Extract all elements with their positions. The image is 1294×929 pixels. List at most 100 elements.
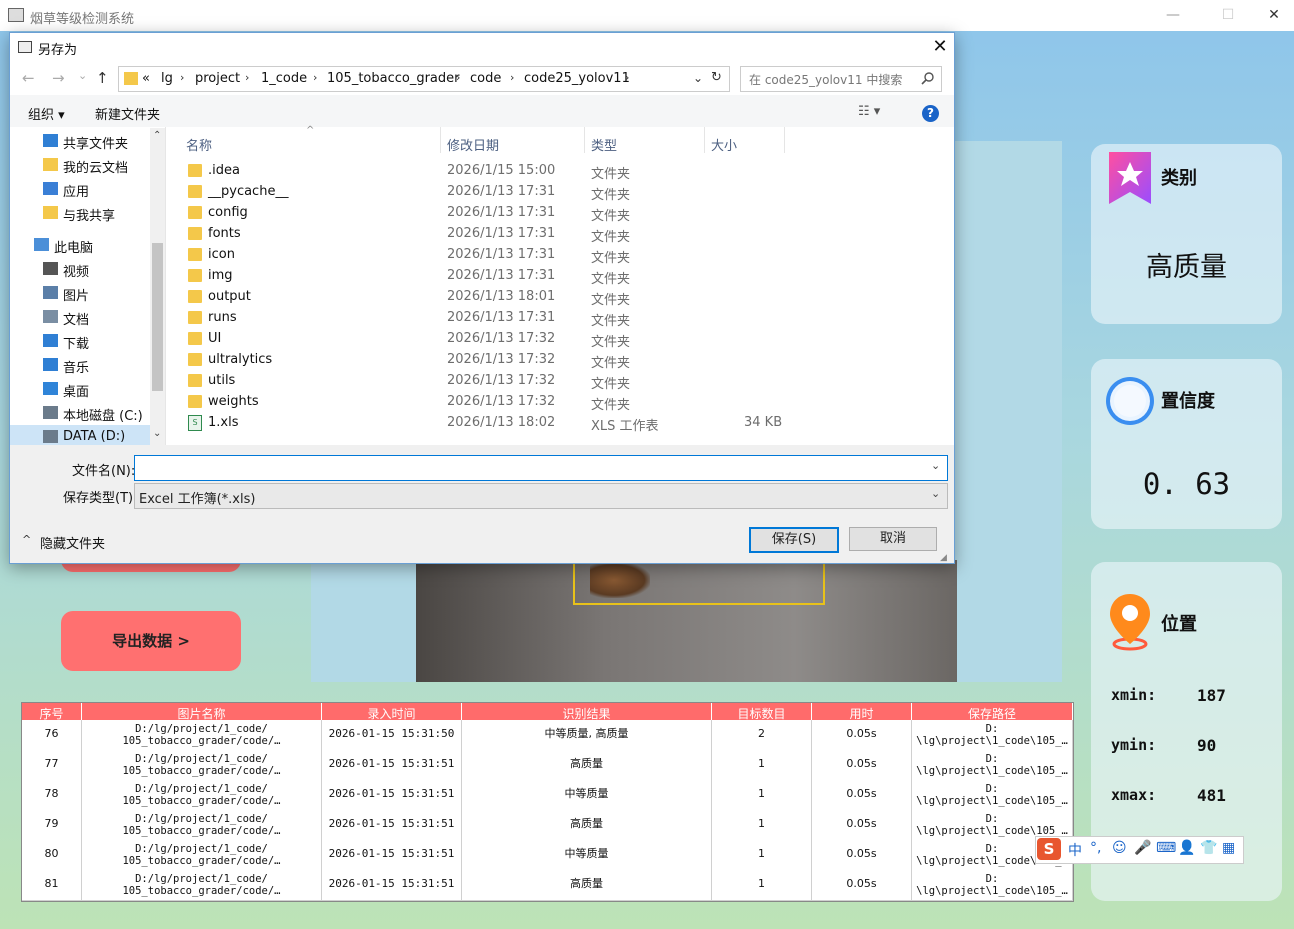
cell-time[interactable]: 2026-01-15 15:31:50	[322, 720, 462, 750]
results-table[interactable]: 序号 图片名称 录入时间 识别结果 目标数目 用时 保存路径 76 D:/lg/p…	[21, 702, 1074, 902]
file-row[interactable]: __pycache__ 2026/1/13 17:31 文件夹	[166, 182, 953, 203]
close-button[interactable]: ✕	[1259, 4, 1289, 26]
breadcrumb-code25[interactable]: code25_yolov11	[524, 71, 630, 86]
breadcrumb-1-code[interactable]: 1_code	[261, 71, 307, 86]
cell-cost[interactable]: 0.05s	[812, 750, 912, 780]
table-row[interactable]: 78 D:/lg/project/1_code/105_tobacco_grade…	[22, 780, 1073, 811]
file-row[interactable]: icon 2026/1/13 17:31 文件夹	[166, 245, 953, 266]
file-row[interactable]: weights 2026/1/13 17:32 文件夹	[166, 392, 953, 413]
resize-grip-icon[interactable]: ◢	[940, 553, 947, 563]
up-button[interactable]: ↑	[96, 69, 109, 87]
cell-path[interactable]: D: \lg\project\1_code\105_…	[912, 780, 1073, 810]
recent-dropdown-button[interactable]: ⌄	[78, 69, 87, 82]
cell-path[interactable]: D: \lg\project\1_code\105_…	[912, 870, 1073, 900]
file-row[interactable]: fonts 2026/1/13 17:31 文件夹	[166, 224, 953, 245]
cell-id[interactable]: 80	[22, 840, 82, 870]
nav-scroll-thumb[interactable]	[152, 243, 163, 391]
breadcrumb-lg[interactable]: lg	[161, 71, 173, 86]
chevron-down-icon[interactable]: ⌄	[931, 459, 940, 472]
filename-input[interactable]: ⌄	[134, 455, 948, 481]
breadcrumb-tobacco-grader[interactable]: 105_tobacco_grader	[327, 71, 460, 86]
dialog-close-button[interactable]: ✕	[928, 35, 952, 59]
column-divider[interactable]	[704, 127, 705, 153]
ime-voice-icon[interactable]: 🎤	[1134, 840, 1151, 856]
ime-logo-icon[interactable]: S	[1037, 838, 1061, 860]
minimize-button[interactable]: —	[1158, 4, 1188, 26]
chevron-right-icon[interactable]: ›	[313, 71, 317, 84]
cell-id[interactable]: 77	[22, 750, 82, 780]
file-row[interactable]: S 1.xls 2026/1/13 18:02 XLS 工作表 34 KB	[166, 413, 953, 434]
cell-result[interactable]: 高质量	[462, 810, 712, 840]
table-row[interactable]: 76 D:/lg/project/1_code/105_tobacco_grade…	[22, 720, 1073, 751]
back-button[interactable]: ←	[22, 69, 35, 87]
sidebar-item-10[interactable]: 桌面	[10, 377, 160, 401]
chevron-right-icon[interactable]: ›	[510, 71, 514, 84]
cell-count[interactable]: 1	[712, 810, 812, 840]
cell-count[interactable]: 1	[712, 780, 812, 810]
sidebar-item-6[interactable]: 图片	[10, 281, 160, 305]
address-bar[interactable]: « lg › project › 1_code › 105_tobacco_gr…	[118, 66, 730, 92]
cell-time[interactable]: 2026-01-15 15:31:51	[322, 810, 462, 840]
maximize-button[interactable]: ☐	[1213, 4, 1243, 26]
file-row[interactable]: output 2026/1/13 18:01 文件夹	[166, 287, 953, 308]
ime-user-icon[interactable]: 👤	[1178, 840, 1195, 856]
cell-time[interactable]: 2026-01-15 15:31:51	[322, 750, 462, 780]
forward-button[interactable]: →	[52, 69, 65, 87]
chevron-right-icon[interactable]: ›	[625, 71, 629, 84]
cell-image-name[interactable]: D:/lg/project/1_code/105_tobacco_grader/…	[82, 780, 322, 810]
search-placeholder[interactable]: 在 code25_yolov11 中搜索	[749, 71, 902, 88]
cell-id[interactable]: 81	[22, 870, 82, 900]
file-row[interactable]: utils 2026/1/13 17:32 文件夹	[166, 371, 953, 392]
cell-time[interactable]: 2026-01-15 15:31:51	[322, 870, 462, 900]
column-divider[interactable]	[784, 127, 785, 153]
col-date-header[interactable]: 修改日期	[447, 135, 499, 154]
cell-cost[interactable]: 0.05s	[812, 720, 912, 750]
ime-toolbar[interactable]: S 中 °, ☺ 🎤 ⌨ 👤 👕 ▦	[1035, 836, 1244, 864]
sidebar-item-3[interactable]: 与我共享	[10, 201, 160, 225]
new-folder-button[interactable]: 新建文件夹	[95, 104, 160, 123]
chevron-down-icon[interactable]: ⌄	[931, 487, 940, 500]
chevron-right-icon[interactable]: ›	[245, 71, 249, 84]
breadcrumb-project[interactable]: project	[195, 71, 240, 86]
ime-keyboard-icon[interactable]: ⌨	[1156, 840, 1176, 856]
table-row[interactable]: 81 D:/lg/project/1_code/105_tobacco_grade…	[22, 870, 1073, 901]
breadcrumb-overflow[interactable]: «	[142, 71, 150, 86]
column-divider[interactable]	[440, 127, 441, 153]
sidebar-item-9[interactable]: 音乐	[10, 353, 160, 377]
cell-image-name[interactable]: D:/lg/project/1_code/105_tobacco_grader/…	[82, 720, 322, 750]
ime-chinese-mode-icon[interactable]: 中	[1068, 840, 1082, 860]
cell-id[interactable]: 78	[22, 780, 82, 810]
cell-time[interactable]: 2026-01-15 15:31:51	[322, 840, 462, 870]
cell-result[interactable]: 中等质量, 高质量	[462, 720, 712, 750]
filetype-value[interactable]: Excel 工作簿(*.xls)	[139, 488, 255, 507]
column-divider[interactable]	[584, 127, 585, 153]
save-button[interactable]: 保存(S)	[749, 527, 839, 553]
cell-id[interactable]: 76	[22, 720, 82, 750]
col-name-header[interactable]: 名称	[186, 135, 212, 154]
cell-result[interactable]: 高质量	[462, 870, 712, 900]
help-icon[interactable]: ?	[922, 105, 939, 122]
scroll-down-icon[interactable]: ⌄	[153, 428, 161, 439]
view-options-icon[interactable]: ☷ ▾	[858, 104, 880, 119]
col-type-header[interactable]: 类型	[591, 135, 617, 154]
scroll-up-icon[interactable]: ⌃	[153, 130, 161, 141]
cell-cost[interactable]: 0.05s	[812, 810, 912, 840]
cell-cost[interactable]: 0.05s	[812, 870, 912, 900]
chevron-right-icon[interactable]: ›	[180, 71, 184, 84]
sidebar-item-8[interactable]: 下载	[10, 329, 160, 353]
cell-path[interactable]: D: \lg\project\1_code\105_…	[912, 750, 1073, 780]
file-list[interactable]: ^ 名称 修改日期 类型 大小 .idea 2026/1/15 15:00 文件夹 _…	[166, 125, 953, 445]
cell-image-name[interactable]: D:/lg/project/1_code/105_tobacco_grader/…	[82, 810, 322, 840]
cancel-button[interactable]: 取消	[849, 527, 937, 551]
sidebar-item-5[interactable]: 视频	[10, 257, 160, 281]
organize-menu[interactable]: 组织 ▾	[28, 104, 65, 123]
cell-result[interactable]: 中等质量	[462, 840, 712, 870]
navigation-pane[interactable]: 共享文件夹 我的云文档 应用 与我共享 此电脑 视频 图片 文档 下载 音乐 桌面 本地磁盘 (C:)…	[10, 127, 166, 445]
cell-result[interactable]: 高质量	[462, 750, 712, 780]
ime-punctuation-icon[interactable]: °,	[1090, 840, 1101, 856]
file-row[interactable]: ultralytics 2026/1/13 17:32 文件夹	[166, 350, 953, 371]
cell-count[interactable]: 1	[712, 840, 812, 870]
cell-id[interactable]: 79	[22, 810, 82, 840]
cell-time[interactable]: 2026-01-15 15:31:51	[322, 780, 462, 810]
sidebar-item-1[interactable]: 我的云文档	[10, 153, 160, 177]
